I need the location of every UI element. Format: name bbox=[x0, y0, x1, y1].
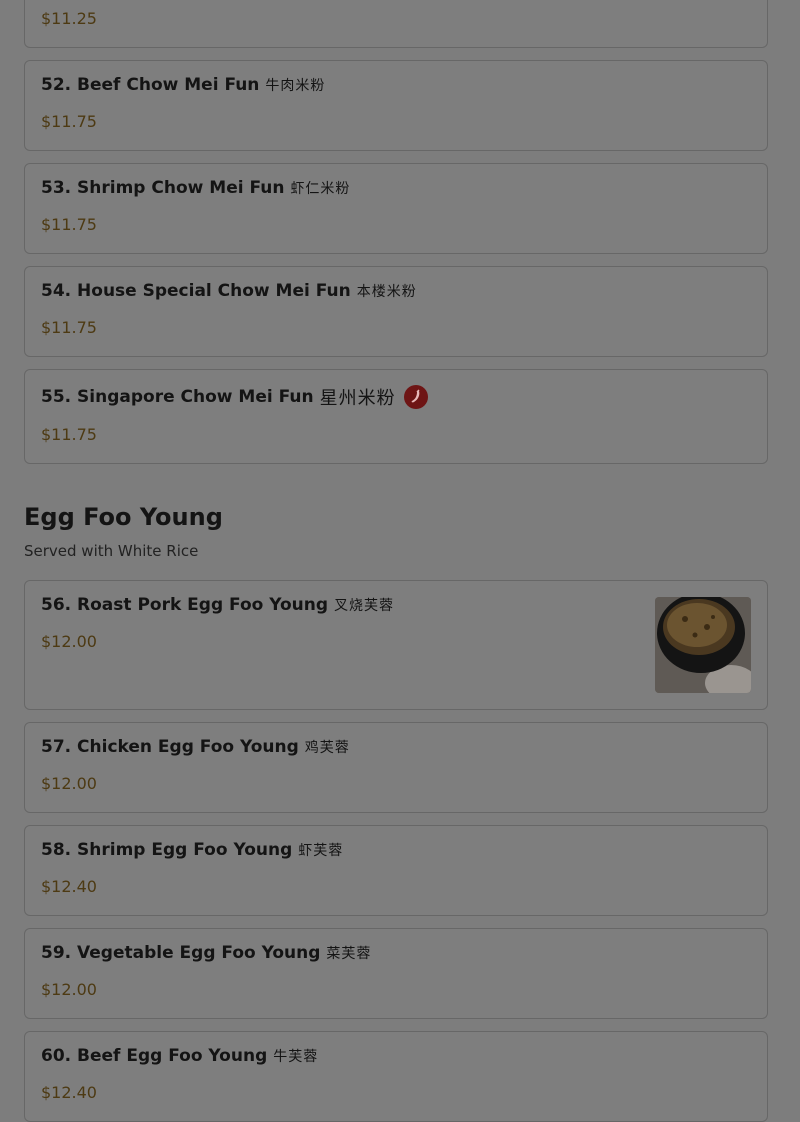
menu-item-card[interactable]: 59. Vegetable Egg Foo Young 菜芙蓉 $12.00 bbox=[24, 928, 768, 1019]
item-name: 58. Shrimp Egg Foo Young bbox=[41, 840, 293, 860]
item-name: 55. Singapore Chow Mei Fun bbox=[41, 387, 314, 407]
item-title: 59. Vegetable Egg Foo Young 菜芙蓉 bbox=[41, 943, 371, 963]
item-title: 55. Singapore Chow Mei Fun 星州米粉 bbox=[41, 384, 428, 410]
menu-item-card[interactable]: 55. Singapore Chow Mei Fun 星州米粉 $11.75 bbox=[24, 369, 768, 464]
menu-item-card[interactable]: 52. Beef Chow Mei Fun 牛肉米粉 $11.75 bbox=[24, 60, 768, 151]
section-title: Egg Foo Young bbox=[24, 503, 223, 531]
menu-item-card[interactable]: 56. Roast Pork Egg Foo Young 叉烧芙蓉 $12.00 bbox=[24, 580, 768, 710]
item-name: 57. Chicken Egg Foo Young bbox=[41, 737, 299, 757]
item-price: $12.40 bbox=[41, 1083, 97, 1102]
item-chinese-name: 虾芙蓉 bbox=[298, 843, 344, 859]
item-title: 53. Shrimp Chow Mei Fun 虾仁米粉 bbox=[41, 178, 350, 198]
item-price: $11.75 bbox=[41, 215, 97, 234]
menu-item-card[interactable]: 53. Shrimp Chow Mei Fun 虾仁米粉 $11.75 bbox=[24, 163, 768, 254]
item-price: $12.00 bbox=[41, 774, 97, 793]
item-name: 54. House Special Chow Mei Fun bbox=[41, 281, 351, 301]
item-price: $12.40 bbox=[41, 877, 97, 896]
item-price: $12.00 bbox=[41, 632, 97, 651]
item-title: 52. Beef Chow Mei Fun 牛肉米粉 bbox=[41, 75, 325, 95]
item-chinese-name: 鸡芙蓉 bbox=[304, 740, 350, 756]
item-price: $11.75 bbox=[41, 112, 97, 131]
item-price: $12.00 bbox=[41, 980, 97, 999]
item-name: 53. Shrimp Chow Mei Fun bbox=[41, 178, 285, 198]
item-title: 57. Chicken Egg Foo Young 鸡芙蓉 bbox=[41, 737, 350, 757]
chili-pepper-icon bbox=[403, 385, 428, 409]
menu-item-card[interactable]: 54. House Special Chow Mei Fun 本楼米粉 $11.… bbox=[24, 266, 768, 357]
menu-item-card[interactable]: 57. Chicken Egg Foo Young 鸡芙蓉 $12.00 bbox=[24, 722, 768, 813]
item-photo[interactable] bbox=[655, 597, 751, 693]
item-chinese-name: 牛肉米粉 bbox=[265, 78, 326, 94]
item-price: $11.25 bbox=[41, 9, 97, 28]
item-name: 56. Roast Pork Egg Foo Young bbox=[41, 595, 329, 615]
item-chinese-name: 本楼米粉 bbox=[356, 284, 417, 300]
menu-item-card[interactable]: 58. Shrimp Egg Foo Young 虾芙蓉 $12.40 bbox=[24, 825, 768, 916]
section-subtitle: Served with White Rice bbox=[24, 542, 199, 560]
item-chinese-name: 星州米粉 bbox=[319, 388, 396, 409]
item-chinese-name: 虾仁米粉 bbox=[290, 181, 351, 197]
menu-item-card[interactable]: $11.25 bbox=[24, 0, 768, 48]
item-price: $11.75 bbox=[41, 318, 97, 337]
item-title: 54. House Special Chow Mei Fun 本楼米粉 bbox=[41, 281, 417, 301]
menu-item-card[interactable]: 60. Beef Egg Foo Young 牛芙蓉 $12.40 bbox=[24, 1031, 768, 1122]
item-name: 59. Vegetable Egg Foo Young bbox=[41, 943, 321, 963]
item-price: $11.75 bbox=[41, 425, 97, 444]
item-title: 56. Roast Pork Egg Foo Young 叉烧芙蓉 bbox=[41, 595, 394, 615]
item-name: 60. Beef Egg Foo Young bbox=[41, 1046, 268, 1066]
item-chinese-name: 牛芙蓉 bbox=[273, 1049, 319, 1065]
item-name: 52. Beef Chow Mei Fun bbox=[41, 75, 260, 95]
item-chinese-name: 菜芙蓉 bbox=[326, 946, 372, 962]
item-chinese-name: 叉烧芙蓉 bbox=[334, 598, 395, 614]
item-title: 60. Beef Egg Foo Young 牛芙蓉 bbox=[41, 1046, 318, 1066]
item-title: 58. Shrimp Egg Foo Young 虾芙蓉 bbox=[41, 840, 343, 860]
